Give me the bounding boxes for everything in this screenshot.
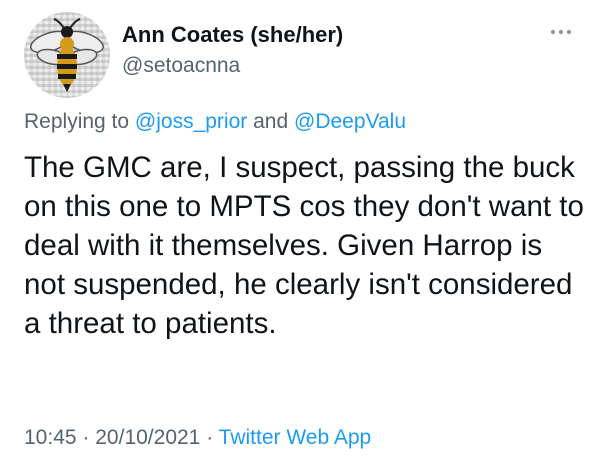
more-horizontal-icon [550,29,572,35]
tweet-text: The GMC are, I suspect, passing the buck… [24,151,584,340]
tweet-card: Ann Coates (she/her) @setoacnna Replying… [0,0,600,459]
tweet-time[interactable]: 10:45 [24,426,77,449]
author-display-name[interactable]: Ann Coates (she/her) [122,22,343,48]
mention-link-joss-prior[interactable]: @joss_prior [135,110,247,133]
more-options-button[interactable] [546,20,576,44]
meta-separator: · [82,426,90,449]
tweet-source-link[interactable]: Twitter Web App [219,426,372,449]
meta-separator: · [206,426,214,449]
bee-icon [24,12,110,98]
tweet-date[interactable]: 20/10/2021 [95,426,200,449]
mention-link-deepvalu[interactable]: @DeepValu [294,110,406,133]
avatar[interactable] [24,12,110,98]
author-handle[interactable]: @setoacnna [122,54,240,78]
reply-context-joiner: and [253,110,289,133]
reply-context: Replying to @joss_prior and @DeepValu [24,110,406,134]
reply-context-prefix: Replying to [24,110,130,133]
tweet-metadata: 10:45 · 20/10/2021 · Twitter Web App [24,426,371,450]
